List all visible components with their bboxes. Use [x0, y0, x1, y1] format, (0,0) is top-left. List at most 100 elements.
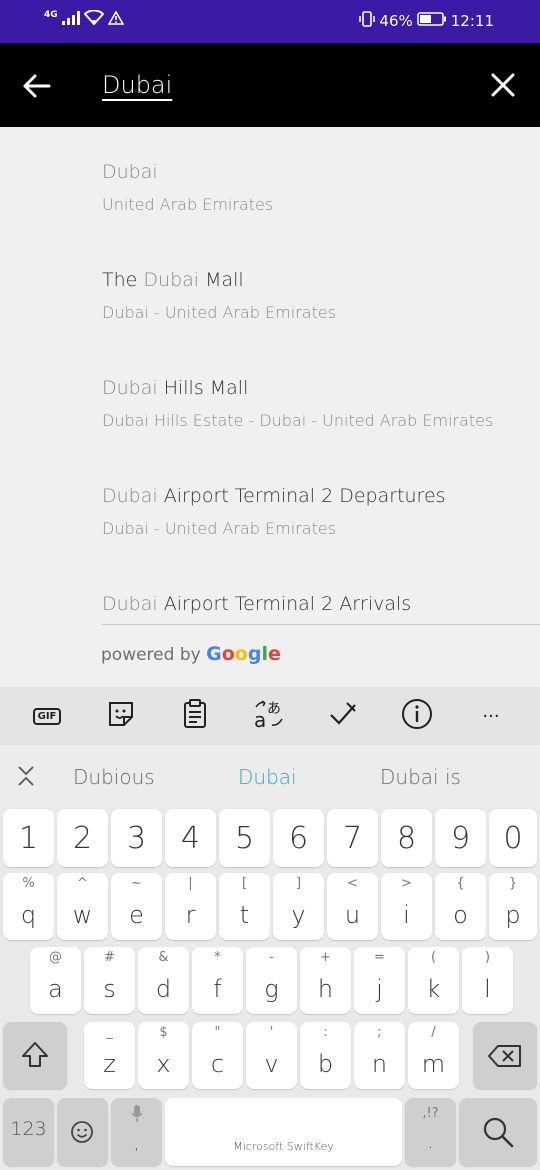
key-d[interactable]: & d	[138, 947, 189, 1014]
svg-text:a: a	[254, 708, 266, 729]
result-item[interactable]: Dubai United Arab Emirates	[102, 161, 532, 214]
result-item[interactable]: Dubai Hills Mall Dubai Hills Estate - Du…	[102, 377, 532, 430]
key-m[interactable]: / m	[408, 1022, 459, 1089]
key-h[interactable]: + h	[300, 947, 351, 1014]
key-1[interactable]: 1	[3, 809, 54, 867]
key-p[interactable]: } p	[489, 873, 537, 940]
key-l[interactable]: ) l	[462, 947, 513, 1014]
backspace-key[interactable]	[473, 1022, 537, 1089]
result-item[interactable]: The Dubai Mall Dubai - United Arab Emira…	[102, 269, 532, 322]
keyboard: 1 2 3 4 5 6 7 8 9 0 % q ^ w ~ e | r [t ] y < u…	[0, 807, 540, 1170]
key-b[interactable]: :b	[300, 1022, 351, 1089]
status-right: 46% 12:11	[359, 11, 494, 31]
google-logo: Google	[206, 643, 281, 665]
key-w[interactable]: ^ w	[57, 873, 108, 940]
result-subtitle: United Arab Emirates	[102, 195, 274, 214]
collapse-button[interactable]	[16, 765, 36, 791]
key-k[interactable]: (k	[408, 947, 459, 1014]
sticker-icon	[106, 699, 136, 733]
key-o[interactable]: {o	[435, 873, 486, 940]
clear-button[interactable]	[488, 70, 518, 100]
search-icon	[481, 1115, 515, 1153]
signal-icon	[61, 10, 80, 29]
key-e[interactable]: ~ e	[111, 873, 162, 940]
translate-button[interactable]: aあ	[252, 700, 286, 732]
search-key[interactable]	[459, 1098, 537, 1166]
editor-button[interactable]	[326, 700, 360, 732]
svg-text:あ: あ	[267, 701, 281, 717]
sticker-button[interactable]	[104, 700, 138, 732]
key-0[interactable]: 0	[489, 809, 537, 867]
battery-icon	[417, 12, 447, 30]
key-s[interactable]: # s	[84, 947, 135, 1014]
back-button[interactable]	[18, 67, 56, 105]
key-x[interactable]: $ x	[138, 1022, 189, 1089]
clipboard-button[interactable]	[178, 699, 212, 733]
key-t[interactable]: [t	[219, 873, 270, 940]
key-a[interactable]: @ a	[30, 947, 81, 1014]
key-f[interactable]: * f	[192, 947, 243, 1014]
period-key[interactable]: ,!?.	[405, 1098, 456, 1166]
key-r[interactable]: | r	[165, 873, 216, 940]
emoji-key[interactable]	[57, 1098, 108, 1166]
search-input[interactable]: Dubai	[102, 71, 172, 99]
gif-button[interactable]: GIF	[30, 700, 64, 732]
collapse-icon	[16, 766, 36, 791]
translate-icon: aあ	[252, 699, 286, 733]
clipboard-icon	[181, 699, 209, 733]
network-type: 4G	[44, 9, 58, 20]
key-3[interactable]: 3	[111, 809, 162, 867]
key-8[interactable]: 8	[381, 809, 432, 867]
key-v[interactable]: ' v	[246, 1022, 297, 1089]
wifi-icon	[83, 9, 105, 29]
search-toolbar: Dubai	[0, 43, 540, 127]
key-y[interactable]: ] y	[273, 873, 324, 940]
status-bar: 4G 46% 12:11	[0, 0, 540, 43]
numbers-key[interactable]: 123	[3, 1098, 54, 1166]
keyboard-toolbar: GIF aあ ···	[0, 687, 540, 745]
results-list: Dubai United Arab Emirates The Dubai Mal…	[0, 127, 540, 687]
result-title: Dubai Airport Terminal 2 Arrivals	[102, 593, 412, 615]
result-title: Dubai Hills Mall	[102, 377, 249, 399]
key-9[interactable]: 9	[435, 809, 486, 867]
more-button[interactable]: ···	[474, 700, 508, 732]
powered-by-google: powered by Google	[101, 643, 281, 665]
suggestion-2[interactable]: Dubai	[238, 765, 297, 789]
suggestion-3[interactable]: Dubai is	[380, 765, 461, 789]
result-subtitle: Dubai - United Arab Emirates	[102, 303, 337, 322]
result-title: The Dubai Mall	[102, 269, 244, 291]
key-g[interactable]: -g	[246, 947, 297, 1014]
emoji-icon	[70, 1120, 94, 1148]
key-j[interactable]: = j	[354, 947, 405, 1014]
close-icon	[488, 73, 518, 104]
result-title: Dubai	[102, 161, 158, 183]
gif-icon: GIF	[32, 707, 62, 725]
result-item[interactable]: Dubai Airport Terminal 2 Arrivals	[102, 593, 532, 615]
result-title: Dubai Airport Terminal 2 Departures	[102, 485, 446, 507]
warning-icon	[107, 9, 125, 29]
suggestion-bar: Dubious Dubai Dubai is	[0, 745, 540, 807]
divider	[102, 624, 540, 625]
comma-key[interactable]: ,	[111, 1098, 162, 1166]
info-button[interactable]	[400, 699, 434, 732]
key-u[interactable]: < u	[327, 873, 378, 940]
battery-percent: 46%	[379, 12, 413, 30]
key-4[interactable]: 4	[165, 809, 216, 867]
status-left: 4G	[44, 9, 125, 29]
result-subtitle: Dubai - United Arab Emirates	[102, 519, 337, 538]
shift-key[interactable]	[3, 1022, 67, 1089]
key-6[interactable]: 6	[273, 809, 324, 867]
space-key[interactable]: Microsoft SwiftKey	[165, 1098, 402, 1166]
key-z[interactable]: _ z	[84, 1022, 135, 1089]
key-q[interactable]: % q	[3, 873, 54, 940]
microphone-icon	[130, 1104, 144, 1128]
suggestion-1[interactable]: Dubious	[73, 765, 155, 789]
key-n[interactable]: ; n	[354, 1022, 405, 1089]
key-7[interactable]: 7	[327, 809, 378, 867]
key-5[interactable]: 5	[219, 809, 270, 867]
key-2[interactable]: 2	[57, 809, 108, 867]
key-c[interactable]: " c	[192, 1022, 243, 1089]
clock: 12:11	[450, 12, 494, 30]
result-item[interactable]: Dubai Airport Terminal 2 Departures Duba…	[102, 485, 532, 538]
key-i[interactable]: > i	[381, 873, 432, 940]
